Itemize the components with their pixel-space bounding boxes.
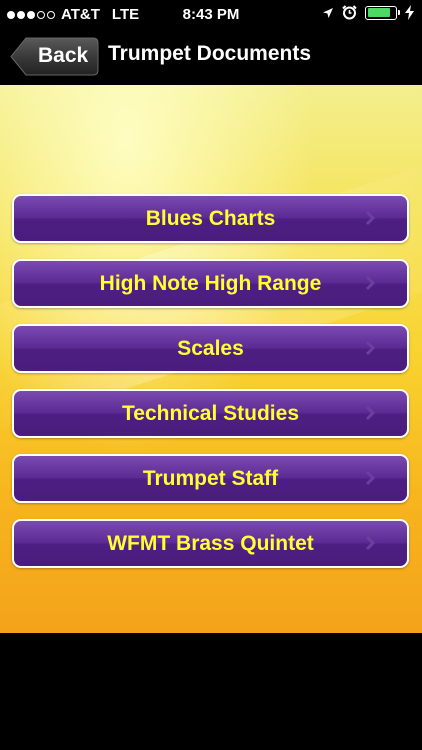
battery-level-fill: [367, 8, 390, 17]
menu-item-wfmt-brass-quintet[interactable]: WFMT Brass Quintet: [12, 519, 409, 568]
menu-item-blues-charts[interactable]: Blues Charts: [12, 194, 409, 243]
chevron-right-icon: [365, 470, 375, 486]
menu-item-label: Trumpet Staff: [142, 467, 279, 490]
chevron-right-icon: [365, 535, 375, 551]
menu-item-label: Scales: [177, 337, 244, 360]
main-content: Blues Charts High Note High Range Scales…: [0, 85, 422, 633]
charging-bolt-icon: [405, 5, 414, 20]
menu-item-technical-studies[interactable]: Technical Studies: [12, 389, 409, 438]
navigation-bar: Back Trumpet Documents: [0, 28, 422, 85]
chevron-right-icon: [365, 405, 375, 421]
alarm-clock-icon: [342, 5, 357, 20]
menu-item-label: Technical Studies: [122, 402, 299, 425]
menu-item-label: Blues Charts: [145, 207, 276, 230]
menu-item-label: WFMT Brass Quintet: [107, 532, 314, 555]
battery-icon: [365, 5, 400, 20]
status-bar: AT&T LTE 8:43 PM: [0, 0, 422, 28]
page-title: Trumpet Documents: [108, 42, 312, 65]
bottom-blank-area: [0, 633, 422, 750]
back-button[interactable]: Back: [10, 37, 99, 76]
document-menu: Blues Charts High Note High Range Scales…: [12, 194, 409, 584]
menu-item-trumpet-staff[interactable]: Trumpet Staff: [12, 454, 409, 503]
location-arrow-icon: [323, 7, 333, 18]
menu-item-scales[interactable]: Scales: [12, 324, 409, 373]
chevron-right-icon: [365, 340, 375, 356]
chevron-right-icon: [365, 210, 375, 226]
menu-item-label: High Note High Range: [99, 272, 322, 295]
status-right: [322, 5, 414, 20]
menu-item-high-note-high-range[interactable]: High Note High Range: [12, 259, 409, 308]
chevron-right-icon: [365, 275, 375, 291]
back-button-label: Back: [38, 44, 89, 67]
